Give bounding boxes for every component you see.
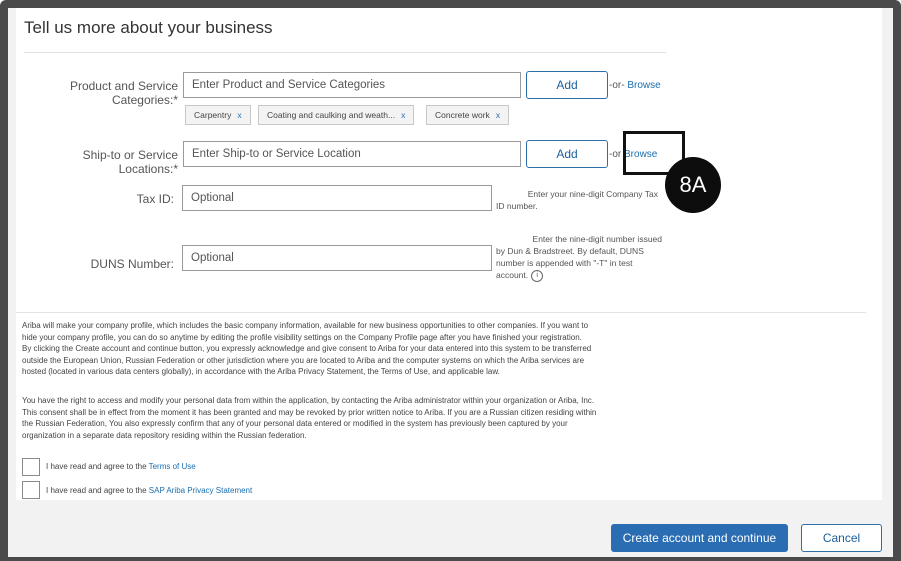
tax-id-label: Tax ID: (136, 192, 174, 206)
hint-line: number is appended with "-T" in test (496, 258, 633, 268)
hint-line: ID number. (496, 201, 538, 211)
categories-or-browse: -or- Browse (609, 80, 661, 91)
chip-remove-icon[interactable]: x (401, 110, 405, 120)
page-title: Tell us more about your business (24, 18, 273, 37)
duns-hint: Enter the nine-digit number issued by Du… (496, 233, 662, 282)
privacy-prefix: I have read and agree to the (46, 486, 147, 495)
categories-add-button[interactable]: Add (526, 71, 608, 99)
tax-id-hint: Enter your nine-digit Company Tax ID num… (496, 188, 658, 212)
tax-id-input[interactable]: Optional (182, 185, 492, 211)
hint-line: Enter the nine-digit number issued (532, 234, 662, 244)
hint-line: Enter your nine-digit Company Tax (527, 189, 658, 199)
legal-line: hosted (located in various data centers … (22, 367, 500, 376)
legal-paragraph-rights: You have the right to access and modify … (22, 395, 662, 441)
chip-remove-icon[interactable]: x (496, 110, 500, 120)
category-chip: Coating and caulking and weath... x (258, 105, 415, 125)
terms-checkbox[interactable] (22, 458, 40, 476)
privacy-checkbox-label: I have read and agree to the SAP Ariba P… (46, 486, 252, 495)
legal-line: By clicking the Create account and conti… (22, 344, 592, 353)
section-divider (16, 312, 866, 313)
terms-of-use-link[interactable]: Terms of Use (149, 462, 196, 471)
categories-input[interactable]: Enter Product and Service Categories (183, 72, 521, 98)
category-chip: Carpentry x (185, 105, 251, 125)
legal-line: This consent shall be in effect from the… (22, 407, 597, 417)
duns-input[interactable]: Optional (182, 245, 492, 271)
legal-paragraph-consent: Ariba will make your company profile, wh… (22, 320, 662, 378)
chip-label: Coating and caulking and weath... (267, 110, 396, 120)
chip-remove-icon[interactable]: x (237, 110, 241, 120)
chip-label: Concrete work (435, 110, 490, 120)
legal-line: You have the right to access and modify … (22, 396, 595, 405)
locations-add-button[interactable]: Add (526, 140, 608, 168)
chip-label: Carpentry (194, 110, 232, 120)
info-icon[interactable]: i (531, 269, 544, 282)
terms-prefix: I have read and agree to the (46, 462, 147, 471)
categories-label: Product and Service Categories:* (69, 79, 178, 107)
or-text: -or- (609, 80, 625, 91)
legal-line: the Russian Federation, You also express… (22, 419, 568, 428)
title-divider (24, 52, 666, 53)
hint-text: account. (496, 270, 529, 280)
privacy-checkbox[interactable] (22, 481, 40, 499)
category-chip: Concrete work x (426, 105, 510, 125)
duns-label: DUNS Number: (90, 257, 174, 271)
callout-step-badge: 8A (665, 157, 721, 213)
terms-checkbox-label: I have read and agree to the Terms of Us… (46, 462, 196, 471)
hint-line: by Dun & Bradstreet. By default, DUNS (496, 246, 644, 256)
or-text: -or (609, 149, 622, 160)
locations-label: Ship-to or Service Locations:* (82, 148, 178, 176)
privacy-statement-link[interactable]: SAP Ariba Privacy Statement (149, 486, 252, 495)
legal-line: organization in a separate data reposito… (22, 430, 307, 440)
cancel-button[interactable]: Cancel (801, 524, 882, 552)
legal-line: outside the European Union, Russian Fede… (22, 355, 585, 365)
legal-line: hide your company profile, you can do so… (22, 332, 582, 342)
create-account-button[interactable]: Create account and continue (611, 524, 788, 552)
hint-line: account. i (496, 269, 662, 282)
locations-input[interactable]: Enter Ship-to or Service Location (183, 141, 521, 167)
legal-line: Ariba will make your company profile, wh… (22, 321, 589, 330)
categories-browse-link[interactable]: Browse (627, 80, 660, 91)
